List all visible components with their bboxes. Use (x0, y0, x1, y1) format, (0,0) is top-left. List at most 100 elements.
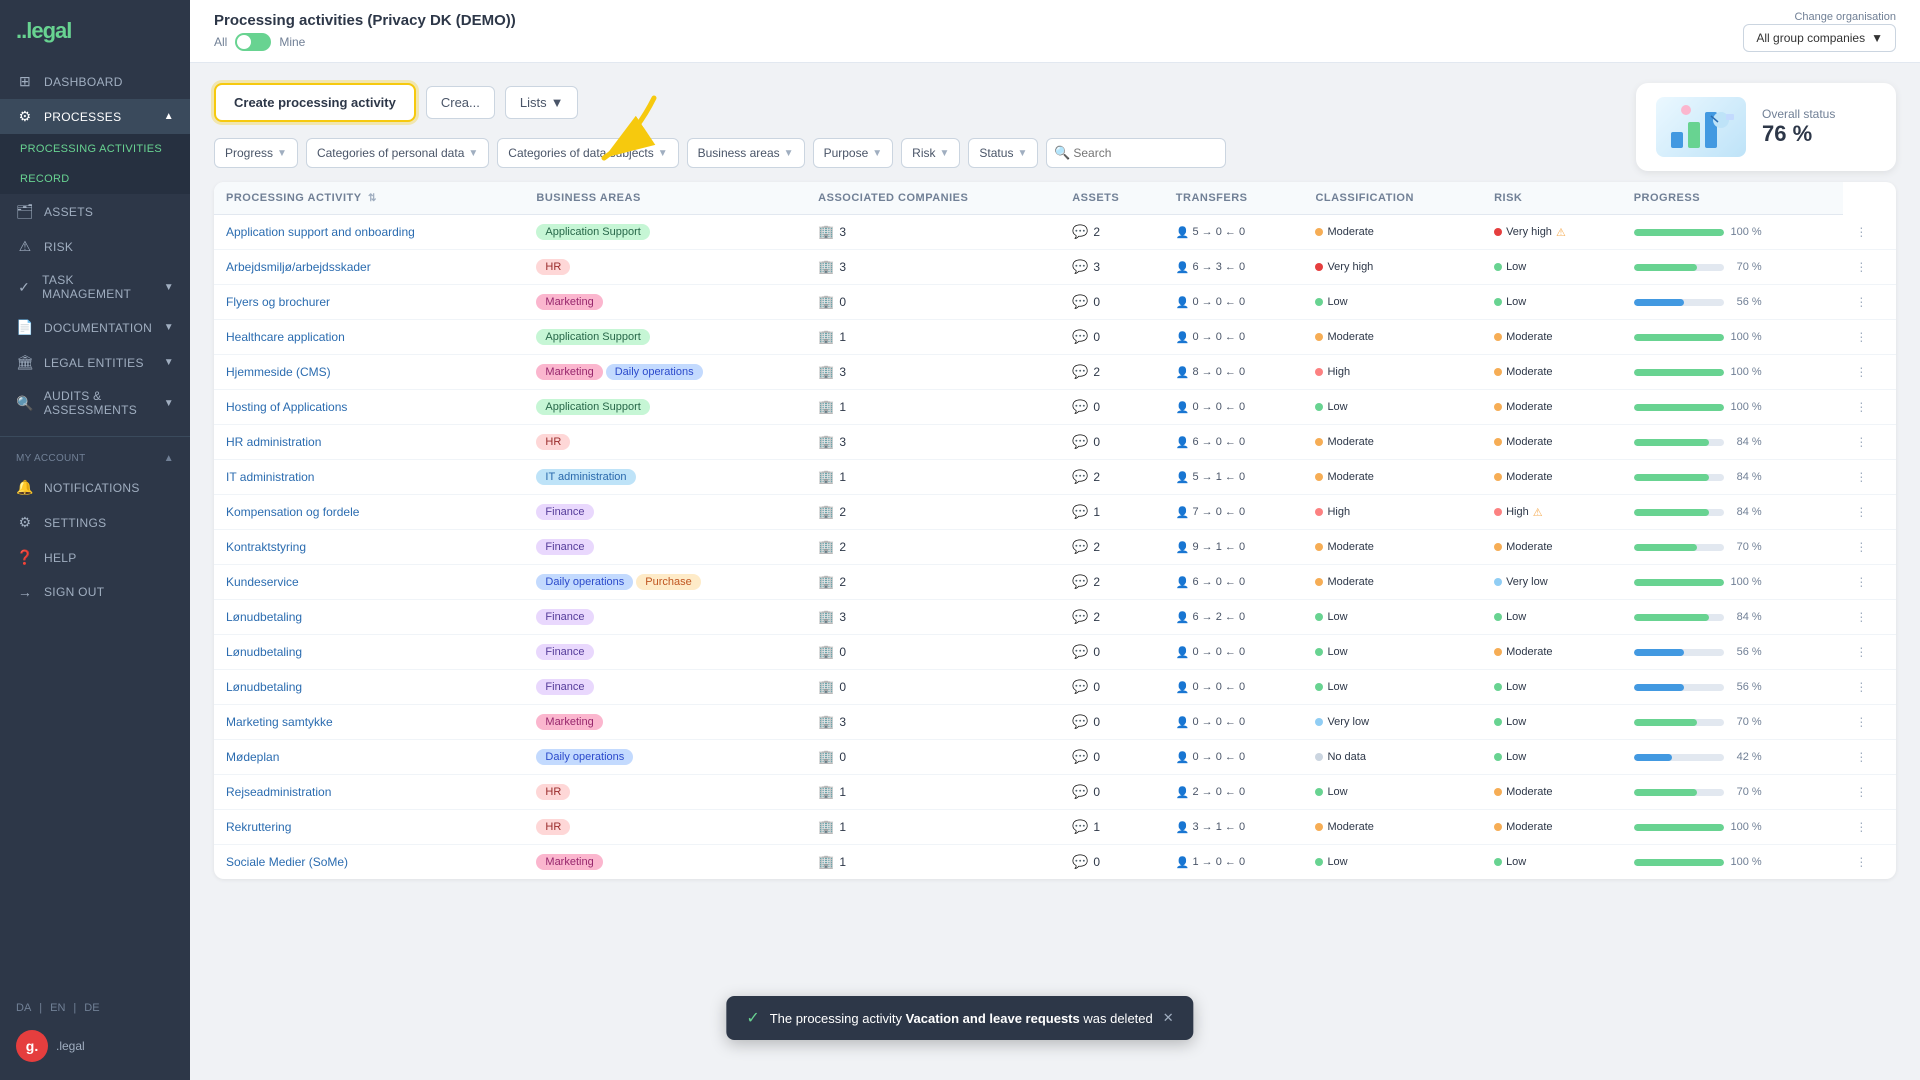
sidebar-item-documentation[interactable]: 📄 Documentation ▼ (0, 310, 190, 345)
row-actions-menu[interactable]: ⋮ (1855, 855, 1867, 869)
tag-it-admin: IT administration (536, 469, 635, 485)
activity-name-link[interactable]: Healthcare application (226, 330, 345, 344)
filter-progress[interactable]: Progress ▼ (214, 138, 298, 168)
tag-finance: Finance (536, 504, 593, 520)
row-actions-menu[interactable]: ⋮ (1855, 400, 1867, 414)
sidebar-item-help[interactable]: ❓ Help (0, 540, 190, 575)
assets-icon-sm: 💬 (1072, 329, 1088, 345)
risk-badge: Moderate (1494, 471, 1552, 483)
person-icon: 👤 (1176, 261, 1190, 274)
sidebar-item-assets[interactable]: 🗂 Assets (0, 194, 190, 229)
row-actions-menu[interactable]: ⋮ (1855, 820, 1867, 834)
row-actions-menu[interactable]: ⋮ (1855, 435, 1867, 449)
filter-business-areas[interactable]: Business areas ▼ (687, 138, 805, 168)
classification-badge: No data (1315, 751, 1366, 763)
assets-cell: 💬 0 (1060, 390, 1164, 425)
filter-status[interactable]: Status ▼ (968, 138, 1038, 168)
lang-en[interactable]: EN (50, 1002, 65, 1014)
row-actions-menu[interactable]: ⋮ (1855, 505, 1867, 519)
main-content: Processing activities (Privacy DK (DEMO)… (190, 0, 1920, 1080)
filter-categories-data-subjects[interactable]: Categories of data subjects ▼ (497, 138, 678, 168)
sidebar-item-settings[interactable]: ⚙ Settings (0, 505, 190, 540)
row-actions-menu[interactable]: ⋮ (1855, 365, 1867, 379)
row-actions-menu[interactable]: ⋮ (1855, 785, 1867, 799)
sidebar-item-legal-entities[interactable]: 🏛 Legal Entities ▼ (0, 345, 190, 380)
sidebar-item-processing-activities[interactable]: Processing Activities (0, 134, 190, 164)
progress-label: 84 % (1730, 471, 1762, 483)
sidebar-item-sign-out[interactable]: → Sign Out (0, 575, 190, 609)
risk-badge: Moderate (1494, 366, 1552, 378)
sidebar-bottom: DA | EN | DE g. .legal (0, 994, 190, 1080)
row-actions-menu[interactable]: ⋮ (1855, 540, 1867, 554)
sidebar-item-dashboard[interactable]: ⊞ Dashboard (0, 64, 190, 99)
row-actions-menu[interactable]: ⋮ (1855, 715, 1867, 729)
activity-name-link[interactable]: Lønudbetaling (226, 645, 302, 659)
activity-name-link[interactable]: Kontraktstyring (226, 540, 306, 554)
activity-name-link[interactable]: Marketing samtykke (226, 715, 333, 729)
classification-badge: Very low (1315, 716, 1369, 728)
org-dropdown[interactable]: All group companies ▼ (1743, 24, 1896, 52)
activity-name-link[interactable]: Application support and onboarding (226, 225, 415, 239)
toast-close-button[interactable]: ✕ (1163, 1010, 1174, 1026)
assets-count: 💬 2 (1072, 469, 1152, 485)
activity-name-link[interactable]: Hjemmeside (CMS) (226, 365, 331, 379)
progress-bar-container: 100 % (1634, 856, 1832, 868)
progress-bar-container: 84 % (1634, 506, 1832, 518)
sidebar-item-record[interactable]: Record (0, 164, 190, 194)
activity-name-link[interactable]: Lønudbetaling (226, 610, 302, 624)
col-business-areas: Business Areas (524, 182, 806, 215)
row-actions-menu[interactable]: ⋮ (1855, 295, 1867, 309)
activity-name-link[interactable]: Mødeplan (226, 750, 279, 764)
col-associated-companies: Associated Companies (806, 182, 1060, 215)
progress-bar-fill (1634, 614, 1710, 621)
sidebar-item-task-management[interactable]: ✓ Task Management ▼ (0, 264, 190, 310)
activity-name-link[interactable]: Hosting of Applications (226, 400, 347, 414)
activity-name-link[interactable]: Rekruttering (226, 820, 291, 834)
row-actions-menu[interactable]: ⋮ (1855, 470, 1867, 484)
activity-name-cell: Kompensation og fordele (214, 495, 524, 530)
assets-icon-sm: 💬 (1072, 504, 1088, 520)
toolbar: Create processing activity Crea... Lists… (214, 83, 1896, 122)
activity-name-link[interactable]: HR administration (226, 435, 321, 449)
sort-activity-icon[interactable]: ⇅ (368, 193, 377, 204)
row-actions-menu[interactable]: ⋮ (1855, 575, 1867, 589)
row-actions-menu[interactable]: ⋮ (1855, 610, 1867, 624)
filter-purpose[interactable]: Purpose ▼ (813, 138, 894, 168)
activity-name-link[interactable]: IT administration (226, 470, 314, 484)
progress-label: 70 % (1730, 786, 1762, 798)
sidebar-item-audits[interactable]: 🔍 Audits & Assessments ▼ (0, 380, 190, 426)
activity-name-link[interactable]: Arbejdsmiljø/arbejdsskader (226, 260, 371, 274)
create-button-2[interactable]: Crea... (426, 86, 495, 119)
lang-de[interactable]: DE (84, 1002, 99, 1014)
progress-bar-container: 56 % (1634, 296, 1832, 308)
filter-risk[interactable]: Risk ▼ (901, 138, 960, 168)
activity-name-link[interactable]: Kundeservice (226, 575, 299, 589)
activity-name-link[interactable]: Sociale Medier (SoMe) (226, 855, 348, 869)
activity-name-cell: Application support and onboarding (214, 215, 524, 250)
row-actions-menu[interactable]: ⋮ (1855, 680, 1867, 694)
row-actions-menu[interactable]: ⋮ (1855, 330, 1867, 344)
lists-button[interactable]: Lists ▼ (505, 86, 579, 119)
lang-da[interactable]: DA (16, 1002, 31, 1014)
filter-categories-personal-data[interactable]: Categories of personal data ▼ (306, 138, 489, 168)
sidebar-item-processes[interactable]: ⚙ Processes ▲ (0, 99, 190, 134)
activity-name-link[interactable]: Lønudbetaling (226, 680, 302, 694)
classification-dot (1315, 263, 1323, 271)
create-processing-activity-button[interactable]: Create processing activity (214, 83, 416, 122)
row-actions-menu[interactable]: ⋮ (1855, 645, 1867, 659)
change-org-section: Change organisation All group companies … (1743, 10, 1896, 52)
sidebar-item-risk[interactable]: ⚠ Risk (0, 229, 190, 264)
activity-name-link[interactable]: Kompensation og fordele (226, 505, 359, 519)
activity-name-link[interactable]: Flyers og brochurer (226, 295, 330, 309)
risk-dot (1494, 543, 1502, 551)
assets-count: 💬 0 (1072, 854, 1152, 870)
all-mine-toggle[interactable] (235, 33, 271, 51)
activity-name-link[interactable]: Rejseadministration (226, 785, 331, 799)
sidebar-item-notifications[interactable]: 🔔 Notifications (0, 470, 190, 505)
search-input[interactable] (1046, 138, 1226, 168)
person-icon: 👤 (1176, 716, 1190, 729)
row-actions-menu[interactable]: ⋮ (1855, 225, 1867, 239)
row-actions-cell: ⋮ (1843, 390, 1896, 425)
row-actions-menu[interactable]: ⋮ (1855, 260, 1867, 274)
row-actions-menu[interactable]: ⋮ (1855, 750, 1867, 764)
